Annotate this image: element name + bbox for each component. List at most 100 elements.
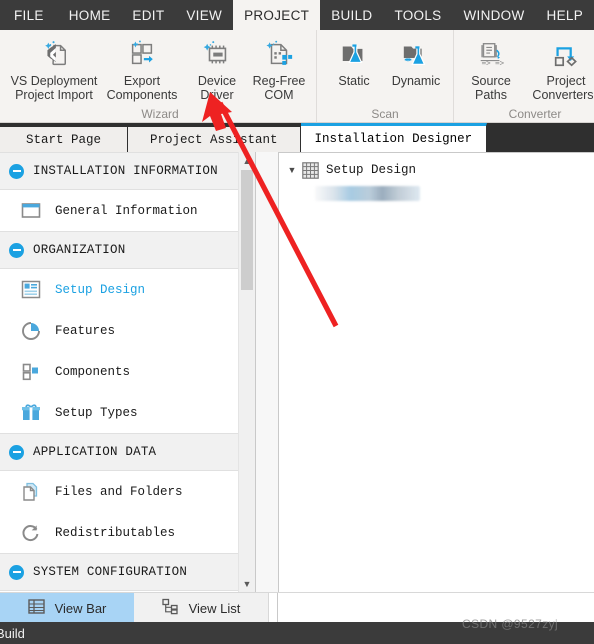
menu-item-home[interactable]: HOME xyxy=(58,0,122,30)
tab-project-assistant[interactable]: Project Assistant xyxy=(128,127,301,152)
dynamic-scan-label: Dynamic xyxy=(391,74,441,88)
sidebar-item-label: Features xyxy=(55,323,116,338)
sidebar-item-redistributables[interactable]: Redistributables xyxy=(0,512,255,553)
scrollbar-thumb[interactable] xyxy=(241,170,253,290)
device-driver-label: Device Driver xyxy=(197,74,237,102)
collapse-minus-icon[interactable] xyxy=(9,242,24,258)
setup-design-tree-panel: ▼ Setup Design xyxy=(278,152,594,593)
export-components-button[interactable]: Export Components xyxy=(98,34,186,102)
viewbar-section-system-configuration[interactable]: SYSTEM CONFIGURATION xyxy=(0,553,255,591)
menu-item-window[interactable]: WINDOW xyxy=(452,0,535,30)
device-driver-button[interactable]: Device Driver xyxy=(186,34,248,102)
document-tab-strip: Start Page Project Assistant Installatio… xyxy=(0,123,594,152)
ribbon-toolbar: VS Deployment Project Import Export Comp… xyxy=(0,30,594,123)
collapse-minus-icon[interactable] xyxy=(9,163,24,179)
sidebar-item-components[interactable]: Components xyxy=(0,351,255,392)
reg-free-com-label: Reg-Free COM xyxy=(252,74,306,102)
ribbon-group-wizard-label: Wizard xyxy=(141,107,179,121)
export-components-icon xyxy=(127,37,157,71)
sidebar-item-general-information[interactable]: General Information xyxy=(0,190,255,231)
sidebar-item-files-and-folders[interactable]: Files and Folders xyxy=(0,471,255,512)
reg-free-com-button[interactable]: Reg-Free COM xyxy=(248,34,310,102)
menu-item-tools[interactable]: TOOLS xyxy=(383,0,452,30)
chevron-down-icon[interactable]: ▼ xyxy=(285,163,299,177)
status-bar: Build xyxy=(0,622,594,644)
menu-item-view[interactable]: VIEW xyxy=(175,0,233,30)
view-bar-panel: INSTALLATION INFORMATION General Informa… xyxy=(0,152,256,592)
vs-deployment-project-import-label: VS Deployment Project Import xyxy=(10,74,98,102)
tab-start-page[interactable]: Start Page xyxy=(0,127,129,152)
vs-deployment-project-import-button[interactable]: VS Deployment Project Import xyxy=(10,34,98,102)
source-paths-button[interactable]: => => Source Paths xyxy=(460,34,522,102)
export-components-label: Export Components xyxy=(106,74,178,102)
setup-design-icon xyxy=(20,279,42,301)
collapse-minus-icon[interactable] xyxy=(9,564,24,580)
window-icon xyxy=(20,200,42,222)
static-scan-icon xyxy=(339,37,369,71)
ribbon-group-wizard: VS Deployment Project Import Export Comp… xyxy=(0,30,316,122)
tree-item-label: Setup Design xyxy=(326,163,417,177)
viewbar-section-application-data[interactable]: APPLICATION DATA xyxy=(0,433,255,471)
project-converters-icon xyxy=(550,37,582,71)
panel-divider xyxy=(277,593,278,623)
device-driver-icon xyxy=(202,37,232,71)
grid-icon xyxy=(302,161,319,179)
scroll-up-arrow-icon[interactable]: ▲ xyxy=(239,152,255,169)
view-list-label: View List xyxy=(188,600,241,616)
view-list-tab[interactable]: View List xyxy=(134,593,268,623)
dynamic-scan-icon xyxy=(401,37,431,71)
sidebar-item-setup-design[interactable]: Setup Design xyxy=(0,269,255,310)
sidebar-item-label: General Information xyxy=(55,203,198,218)
components-icon xyxy=(20,361,42,383)
viewbar-section-label: SYSTEM CONFIGURATION xyxy=(33,565,188,579)
ribbon-group-scan: Static Dynamic Scan xyxy=(316,30,453,122)
static-scan-button[interactable]: Static xyxy=(323,34,385,88)
scroll-down-arrow-icon[interactable]: ▼ xyxy=(239,575,255,592)
sidebar-item-label: Setup Types xyxy=(55,405,138,420)
viewbar-section-label: INSTALLATION INFORMATION xyxy=(33,164,218,178)
dynamic-scan-button[interactable]: Dynamic xyxy=(385,34,447,88)
menu-item-project[interactable]: PROJECT xyxy=(233,0,321,30)
menu-item-build[interactable]: BUILD xyxy=(320,0,383,30)
sidebar-item-label: Redistributables xyxy=(55,525,176,540)
view-bar-icon xyxy=(27,598,45,618)
tab-installation-designer[interactable]: Installation Designer xyxy=(300,123,488,152)
gift-box-icon xyxy=(20,402,42,424)
view-bar-label: View Bar xyxy=(54,600,107,616)
ribbon-group-converter: => => Source Paths Project Converters Co… xyxy=(453,30,594,122)
sidebar-item-label: Files and Folders xyxy=(55,484,183,499)
view-list-icon xyxy=(161,598,179,618)
viewbar-section-label: APPLICATION DATA xyxy=(33,445,157,459)
refresh-circle-icon xyxy=(20,522,42,544)
sidebar-item-label: Setup Design xyxy=(55,282,146,297)
source-paths-icon: => => xyxy=(476,37,506,71)
viewbar-scrollbar[interactable]: ▲ ▼ xyxy=(238,152,255,592)
collapse-minus-icon[interactable] xyxy=(9,444,24,460)
application-window: FILE HOME EDIT VIEW PROJECT BUILD TOOLS … xyxy=(0,0,594,644)
menu-item-edit[interactable]: EDIT xyxy=(121,0,175,30)
view-toggle-bar-filler xyxy=(268,593,594,623)
view-toggle-bar: View Bar View List xyxy=(0,592,594,623)
ribbon-group-scan-label: Scan xyxy=(371,107,399,121)
project-converters-label: Project Converters▾ xyxy=(532,74,594,102)
tree-row[interactable]: ▼ Setup Design xyxy=(279,159,594,181)
reg-free-com-icon xyxy=(264,37,294,71)
documents-icon xyxy=(20,481,42,503)
sidebar-item-setup-types[interactable]: Setup Types xyxy=(0,392,255,433)
project-converters-button[interactable]: Project Converters▾ xyxy=(522,34,594,103)
viewbar-section-organization[interactable]: ORGANIZATION xyxy=(0,231,255,269)
ribbon-group-converter-label: Converter xyxy=(508,107,562,121)
work-area: INSTALLATION INFORMATION General Informa… xyxy=(0,152,594,593)
menu-item-help[interactable]: HELP xyxy=(536,0,594,30)
svg-text:=> =>: => => xyxy=(482,58,505,67)
source-paths-label: Source Paths xyxy=(471,74,511,102)
pie-chart-icon xyxy=(20,320,42,342)
tree-child-redacted-item[interactable] xyxy=(315,186,420,201)
sidebar-item-label: Components xyxy=(55,364,131,379)
viewbar-section-label: ORGANIZATION xyxy=(33,243,126,257)
view-bar-tab[interactable]: View Bar xyxy=(0,593,134,623)
menu-item-file[interactable]: FILE xyxy=(0,0,58,30)
sidebar-item-features[interactable]: Features xyxy=(0,310,255,351)
viewbar-section-installation-information[interactable]: INSTALLATION INFORMATION xyxy=(0,152,255,190)
status-bar-text: Build xyxy=(0,625,25,641)
